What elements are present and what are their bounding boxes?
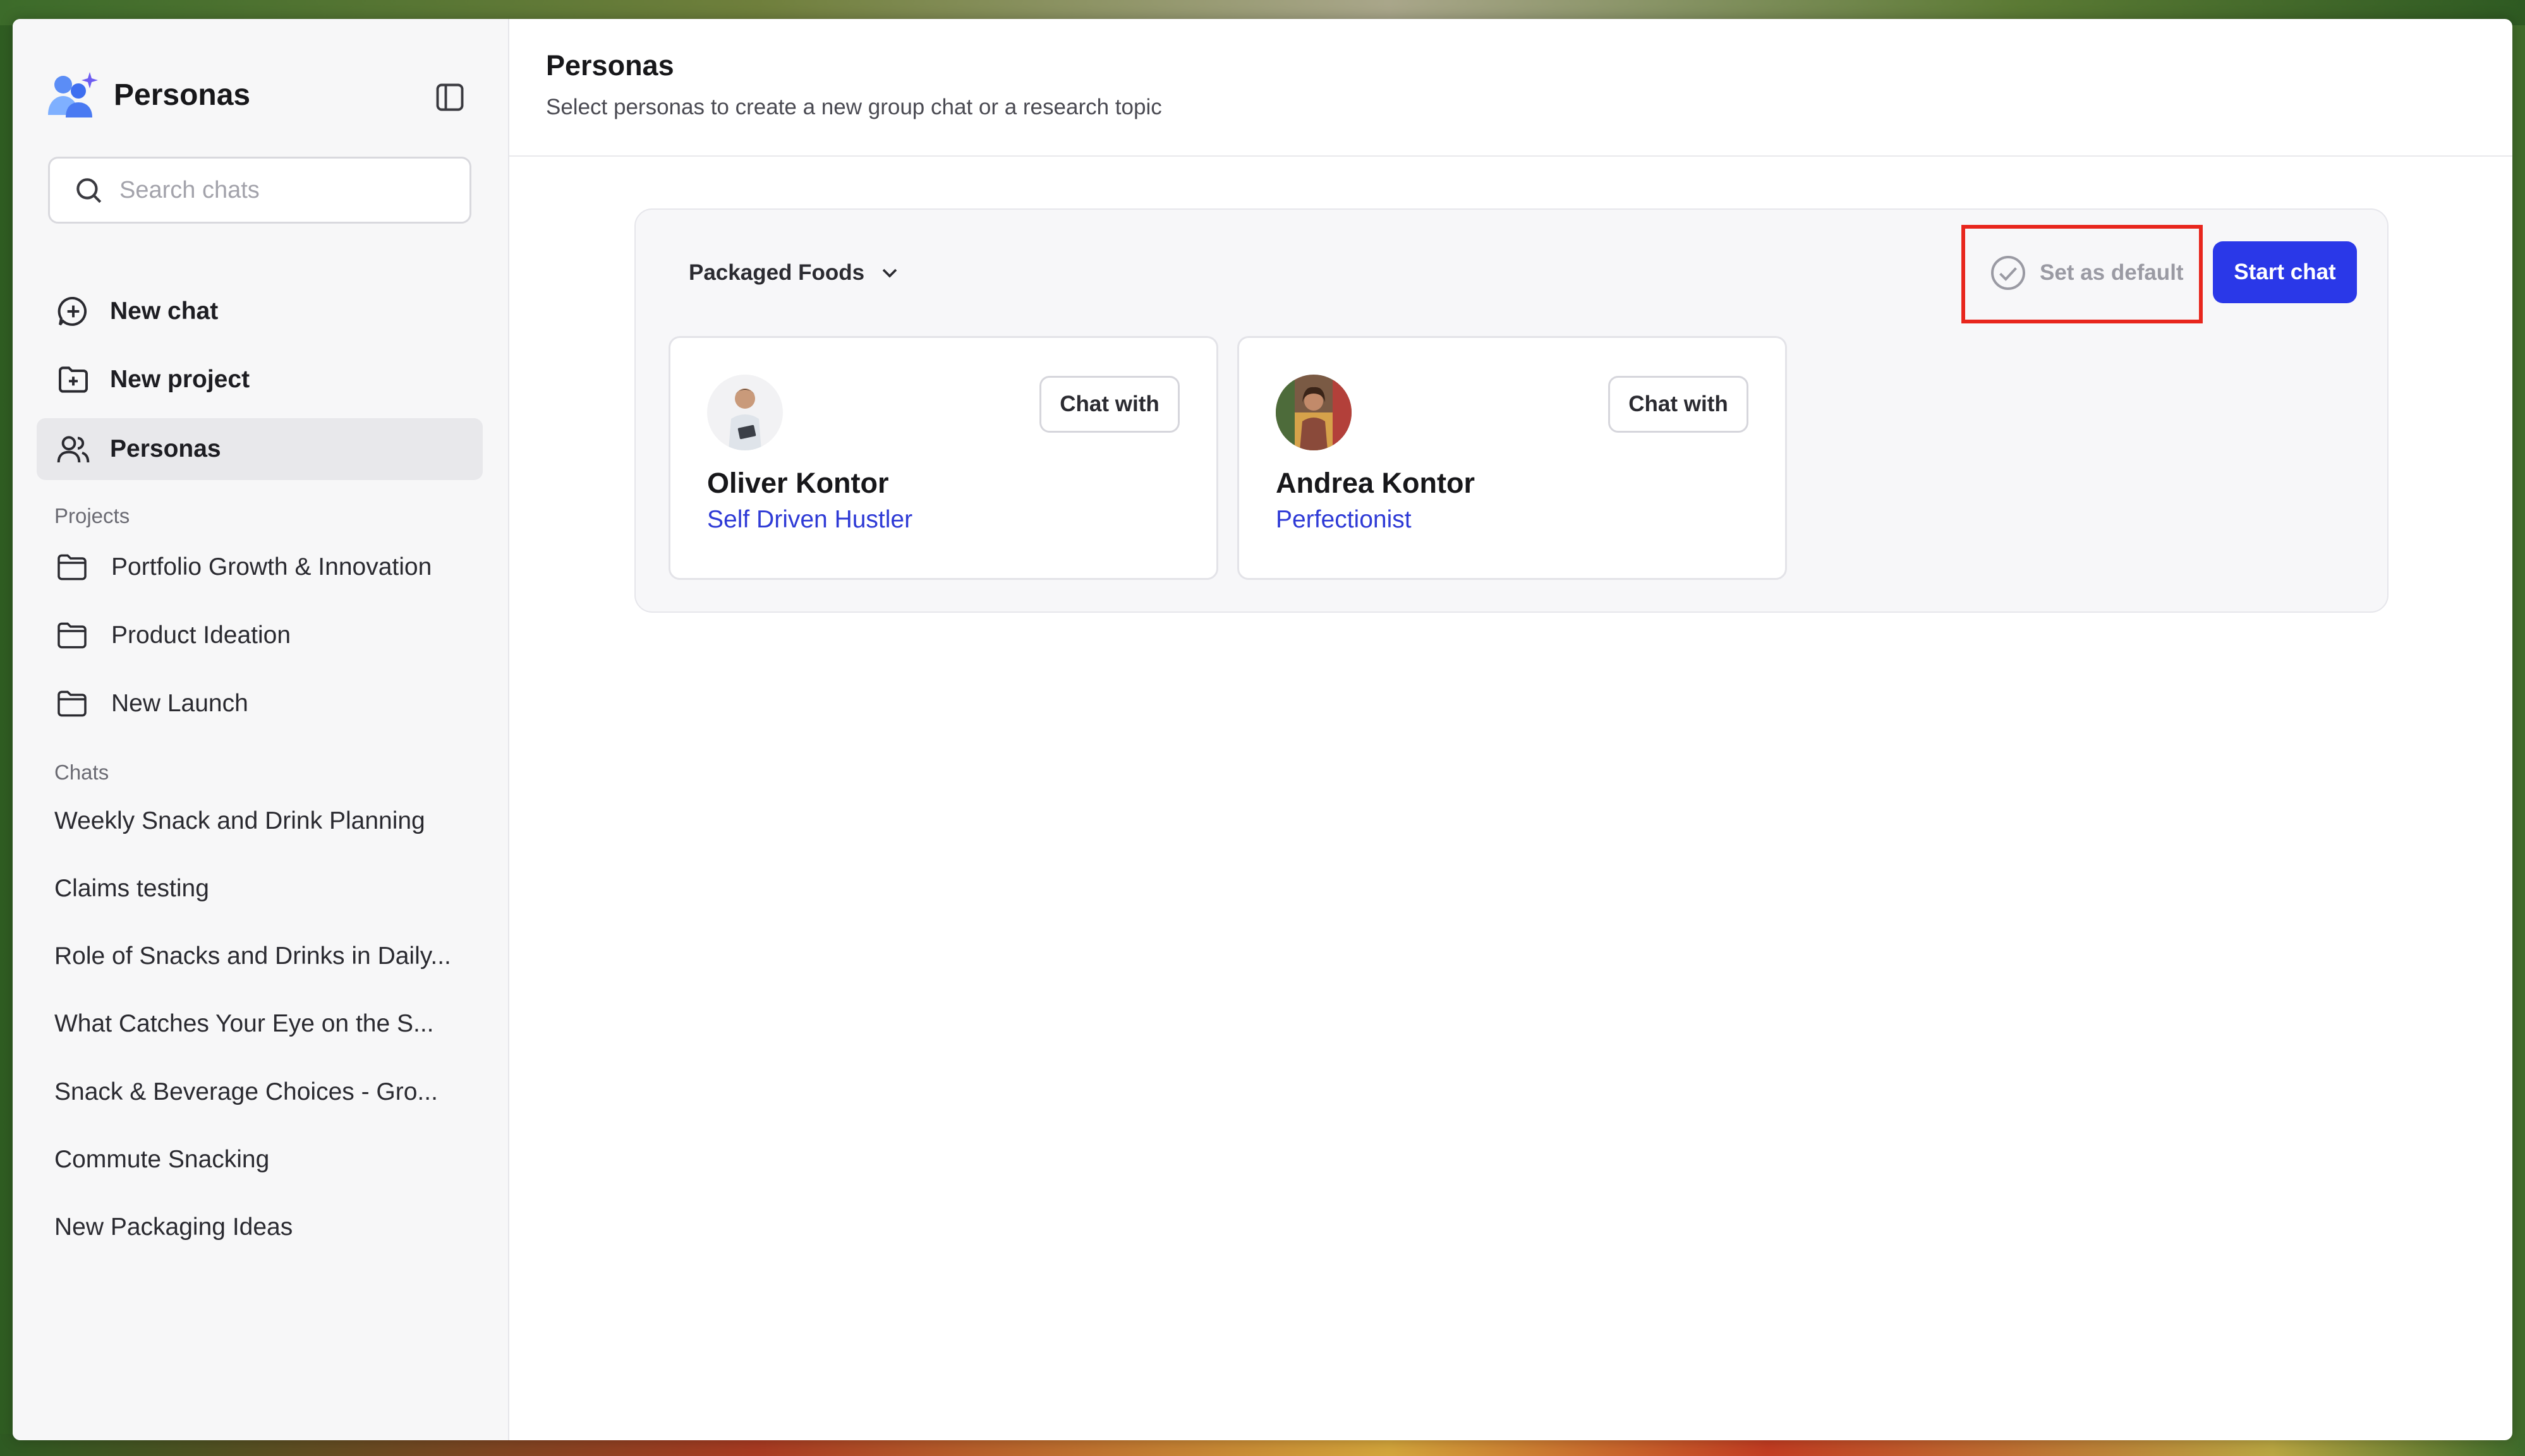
search-input[interactable]	[118, 176, 449, 205]
chat-list-item[interactable]: What Catches Your Eye on the S...	[54, 1010, 434, 1038]
folder-icon	[58, 622, 87, 649]
sidebar: Personas New chat	[13, 19, 509, 1440]
persona-type[interactable]: Perfectionist	[1276, 506, 1412, 534]
folder-icon	[58, 690, 87, 717]
persona-card[interactable]: Chat with Andrea Kontor Perfectionist	[1237, 336, 1787, 580]
persona-panel: Packaged Foods Set as default Start chat	[634, 208, 2389, 613]
chat-list-item[interactable]: New Packaging Ideas	[54, 1213, 293, 1241]
persona-name: Andrea Kontor	[1276, 467, 1475, 499]
project-item-label: Product Ideation	[111, 622, 291, 649]
category-label: Packaged Foods	[689, 260, 865, 285]
folder-icon	[58, 554, 87, 581]
nav-personas[interactable]: Personas	[37, 418, 483, 480]
project-item-label: New Launch	[111, 690, 248, 717]
persona-card[interactable]: Chat with Oliver Kontor Self Driven Hust…	[669, 336, 1218, 580]
persona-name: Oliver Kontor	[707, 467, 889, 499]
set-default-button[interactable]: Set as default	[1970, 241, 2203, 304]
nav-new-chat[interactable]: New chat	[37, 280, 483, 342]
chat-list-item[interactable]: Commute Snacking	[54, 1146, 269, 1174]
chats-section-label: Chats	[54, 761, 109, 784]
page-subtitle: Select personas to create a new group ch…	[546, 95, 1162, 119]
chat-plus-icon	[58, 297, 87, 326]
chevron-down-icon	[882, 268, 897, 278]
personas-logo-icon	[48, 72, 98, 117]
persona-type[interactable]: Self Driven Hustler	[707, 506, 912, 534]
chat-list-item[interactable]: Weekly Snack and Drink Planning	[54, 807, 425, 835]
persona-photo-icon	[1276, 375, 1352, 450]
chat-list-item[interactable]: Role of Snacks and Drinks in Daily...	[54, 942, 451, 970]
nav-new-project-label: New project	[110, 366, 250, 393]
check-circle-icon	[1991, 256, 2025, 290]
brand: Personas	[45, 69, 250, 120]
category-dropdown[interactable]: Packaged Foods	[689, 254, 902, 292]
persona-photo-icon	[707, 375, 783, 450]
chat-with-button[interactable]: Chat with	[1039, 376, 1180, 433]
projects-section-label: Projects	[54, 504, 130, 527]
project-item[interactable]: Portfolio Growth & Innovation	[54, 542, 432, 593]
nav-personas-label: Personas	[110, 435, 221, 462]
chat-list-item[interactable]: Snack & Beverage Choices - Gro...	[54, 1078, 438, 1106]
folder-plus-icon	[59, 366, 88, 393]
start-chat-button[interactable]: Start chat	[2213, 241, 2357, 303]
set-default-label: Set as default	[2040, 260, 2184, 285]
page-header: Personas Select personas to create a new…	[509, 19, 2512, 157]
nav-new-project[interactable]: New project	[37, 349, 483, 411]
sidebar-toggle-button[interactable]	[430, 77, 470, 117]
persona-avatar	[1276, 375, 1352, 450]
page-title: Personas	[546, 49, 674, 81]
project-item-label: Portfolio Growth & Innovation	[111, 553, 432, 581]
sidebar-panel-icon	[436, 83, 464, 111]
project-item[interactable]: Product Ideation	[54, 610, 291, 661]
app-window: Personas New chat	[13, 19, 2512, 1440]
chat-list-item[interactable]: Claims testing	[54, 875, 209, 903]
app-title: Personas	[114, 78, 251, 112]
project-item[interactable]: New Launch	[54, 678, 248, 729]
search-icon	[76, 178, 102, 203]
search-box[interactable]	[48, 157, 471, 224]
users-icon	[57, 436, 90, 463]
chat-with-button[interactable]: Chat with	[1608, 376, 1748, 433]
persona-avatar	[707, 375, 783, 450]
main-content: Personas Select personas to create a new…	[509, 19, 2512, 1440]
nav-new-chat-label: New chat	[110, 298, 219, 325]
